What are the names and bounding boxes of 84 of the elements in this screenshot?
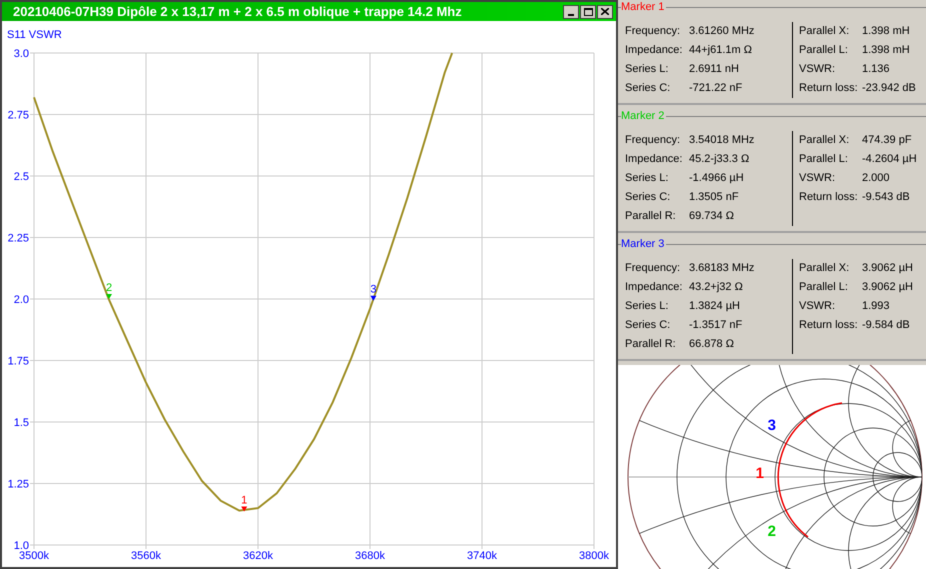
y-tick-label: 1.25 bbox=[8, 478, 29, 490]
field-value: 3.61260 MHz bbox=[689, 24, 754, 40]
field-label: Impedance: bbox=[625, 280, 684, 296]
plot-label: S11 VSWR bbox=[7, 29, 62, 41]
marker-number: 3 bbox=[370, 284, 376, 296]
x-tick-label: 3680k bbox=[355, 550, 385, 562]
marker-number: 3 bbox=[768, 417, 776, 434]
field-label: Series L: bbox=[625, 62, 670, 78]
field-value: 474.39 pF bbox=[862, 133, 912, 148]
x-tick-label: 3740k bbox=[467, 550, 497, 562]
window-title: 20210406-07H39 Dipôle 2 x 13,17 m + 2 x 6.5 m oblique + trappe 14.2 Mhz bbox=[12, 2, 463, 21]
field-label: VSWR: bbox=[799, 171, 836, 186]
field-value: 1.3824 µH bbox=[689, 299, 740, 314]
field-label: VSWR: bbox=[799, 299, 836, 314]
field-value: 3.68183 MHz bbox=[689, 261, 754, 276]
field-label: Impedance: bbox=[625, 43, 684, 58]
field-value: 45.2-j33.3 Ω bbox=[689, 152, 750, 168]
field-label: Parallel L: bbox=[799, 152, 849, 168]
field-value: 1.398 mH bbox=[862, 43, 910, 58]
field-label: Parallel R: bbox=[625, 209, 677, 224]
field-label: Impedance: bbox=[625, 152, 684, 168]
y-tick-label: 2.25 bbox=[8, 232, 29, 244]
maximize-icon bbox=[584, 8, 592, 16]
x-tick-label: 3620k bbox=[243, 550, 273, 562]
field-value: -9.543 dB bbox=[862, 190, 910, 206]
group-title: Marker 1 bbox=[621, 0, 664, 15]
y-tick-label: 2.5 bbox=[14, 171, 29, 183]
maximize-button[interactable] bbox=[580, 4, 596, 18]
field-label: Series C: bbox=[625, 190, 672, 206]
field-value: 2.6911 nH bbox=[689, 62, 739, 78]
field-value: -23.942 dB bbox=[862, 81, 916, 96]
x-tick-label: 3800k bbox=[579, 550, 609, 562]
field-label: Frequency: bbox=[625, 133, 682, 148]
x-tick-label: 3500k bbox=[19, 550, 49, 562]
field-label: Parallel L: bbox=[799, 43, 849, 58]
field-label: Return loss: bbox=[799, 318, 859, 334]
field-value: 1.3505 nF bbox=[689, 190, 739, 206]
field-value: 3.54018 MHz bbox=[689, 133, 754, 148]
y-tick-label: 1.0 bbox=[14, 540, 29, 552]
field-label: Parallel X: bbox=[799, 24, 850, 40]
field-label: Return loss: bbox=[799, 81, 859, 96]
y-tick-label: 3.0 bbox=[14, 48, 29, 60]
field-label: Parallel R: bbox=[625, 337, 677, 352]
field-value: -4.2604 µH bbox=[862, 152, 917, 168]
field-label: Parallel X: bbox=[799, 261, 850, 276]
close-icon bbox=[601, 8, 609, 15]
field-value: 1.136 bbox=[862, 62, 890, 78]
field-value: 66.878 Ω bbox=[689, 337, 734, 352]
field-value: 1.993 bbox=[862, 299, 890, 314]
y-tick-label: 1.5 bbox=[14, 417, 29, 429]
marker-number: 1 bbox=[241, 494, 248, 507]
field-label: Frequency: bbox=[625, 24, 682, 40]
field-label: VSWR: bbox=[799, 62, 836, 78]
field-value: -1.3517 nF bbox=[689, 318, 742, 334]
field-label: Series L: bbox=[625, 171, 670, 186]
marker-number: 2 bbox=[768, 523, 776, 540]
field-label: Series C: bbox=[625, 318, 672, 334]
marker-number: 1 bbox=[756, 465, 764, 482]
y-tick-label: 1.75 bbox=[8, 356, 29, 368]
y-tick-label: 2.0 bbox=[14, 294, 29, 306]
field-value: -721.22 nF bbox=[689, 81, 742, 96]
y-tick-label: 2.75 bbox=[8, 110, 29, 122]
x-tick-label: 3560k bbox=[131, 550, 161, 562]
field-value: 69.734 Ω bbox=[689, 209, 734, 224]
field-value: 2.000 bbox=[862, 171, 890, 186]
field-value: -1.4966 µH bbox=[689, 171, 744, 186]
close-button[interactable] bbox=[597, 4, 613, 18]
group-title: Marker 2 bbox=[621, 108, 664, 124]
field-label: Parallel L: bbox=[799, 280, 849, 296]
minimize-button[interactable] bbox=[563, 4, 579, 18]
field-value: 43.2+j32 Ω bbox=[689, 280, 743, 296]
marker-number: 2 bbox=[106, 282, 112, 294]
field-label: Series C: bbox=[625, 81, 672, 96]
field-value: 3.9062 µH bbox=[862, 280, 913, 296]
field-value: 3.9062 µH bbox=[862, 261, 913, 276]
field-value: 44+j61.1m Ω bbox=[689, 43, 752, 58]
field-value: -9.584 dB bbox=[862, 318, 910, 334]
minimize-icon bbox=[568, 14, 574, 16]
field-label: Return loss: bbox=[799, 190, 859, 206]
group-title: Marker 3 bbox=[621, 236, 664, 252]
field-value: 1.398 mH bbox=[862, 24, 910, 40]
field-label: Parallel X: bbox=[799, 133, 850, 148]
field-label: Frequency: bbox=[625, 261, 682, 276]
field-label: Series L: bbox=[625, 299, 670, 314]
